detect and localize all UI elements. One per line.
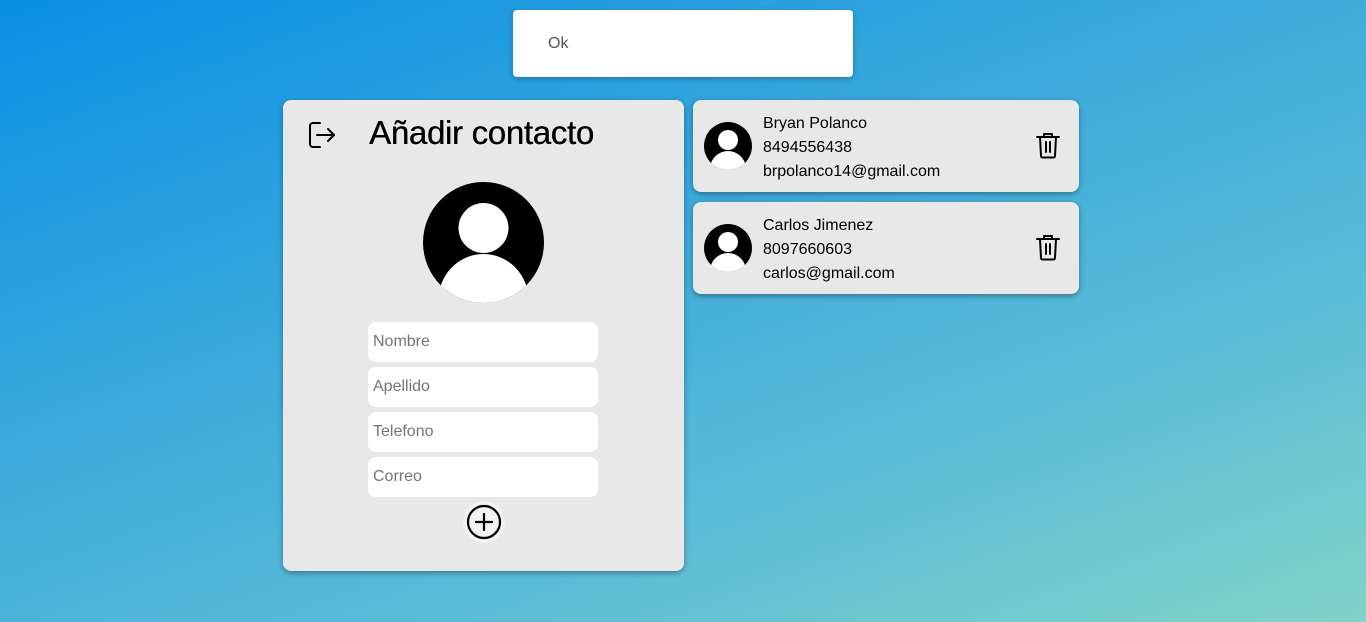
contact-info: Carlos Jimenez 8097660603 carlos@gmail.c…: [763, 214, 895, 286]
logout-icon[interactable]: [307, 120, 337, 150]
contact-email: brpolanco14@gmail.com: [763, 163, 941, 180]
add-contact-button[interactable]: [463, 501, 505, 543]
user-avatar-icon: [423, 182, 544, 303]
trash-icon[interactable]: [1033, 130, 1063, 160]
apellido-input[interactable]: [368, 367, 598, 407]
contact-avatar-icon: [704, 224, 752, 272]
trash-icon[interactable]: [1033, 232, 1063, 262]
plus-circle-icon: [466, 504, 502, 540]
contact-email: carlos@gmail.com: [763, 265, 895, 282]
contact-name: Bryan Polanco: [763, 115, 868, 132]
contact-name: Carlos Jimenez: [763, 217, 874, 234]
contact-avatar-icon: [704, 122, 752, 170]
contact-info: Bryan Polanco 8494556438 brpolanco14@gma…: [763, 112, 940, 184]
page-title: Añadir contacto: [369, 114, 594, 151]
contact-card: Bryan Polanco 8494556438 brpolanco14@gma…: [693, 100, 1079, 192]
correo-input[interactable]: [368, 457, 598, 497]
nombre-input[interactable]: [368, 322, 598, 362]
contact-phone: 8097660603: [763, 241, 852, 258]
add-contact-panel: Añadir contacto: [283, 100, 684, 571]
contact-form: [368, 322, 598, 502]
contact-phone: 8494556438: [763, 139, 852, 156]
toast-message: Ok: [548, 34, 569, 52]
telefono-input[interactable]: [368, 412, 598, 452]
contact-card: Carlos Jimenez 8097660603 carlos@gmail.c…: [693, 202, 1079, 294]
toast-notification: Ok: [513, 10, 853, 77]
